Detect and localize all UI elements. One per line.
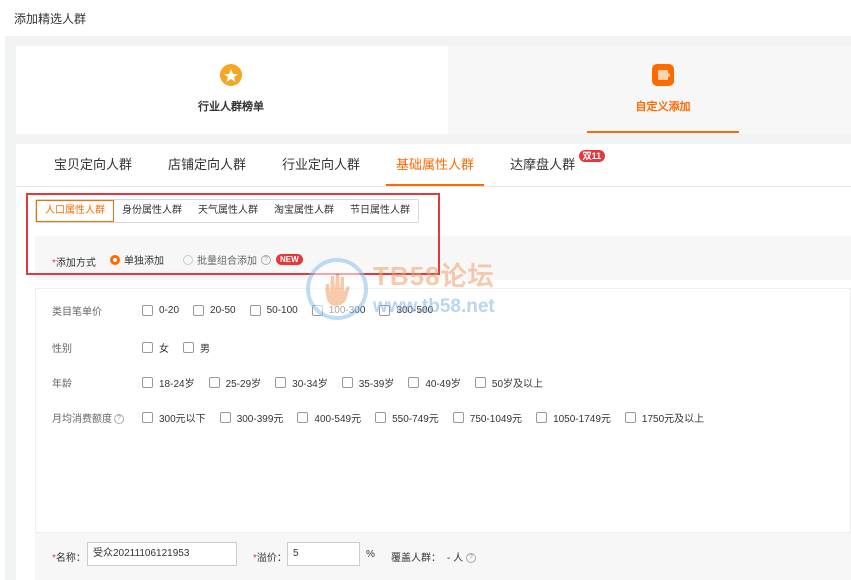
premium-label: *溢价： xyxy=(253,553,287,564)
option-checkbox[interactable]: 750-1049元 xyxy=(452,410,522,425)
option-checkbox[interactable]: 35-39岁 xyxy=(341,375,394,390)
entry-label: 自定义添加 xyxy=(635,101,691,113)
tab-basic-attributes[interactable]: 基础属性人群 xyxy=(378,144,492,186)
tab-industry-targeting[interactable]: 行业定向人群 xyxy=(264,144,378,186)
option-checkbox[interactable]: 0-20 xyxy=(142,305,179,316)
option-checkbox[interactable]: 300元以下 xyxy=(142,410,206,425)
entry-industry-ranking[interactable]: 行业人群榜单 xyxy=(131,60,331,120)
option-checkbox[interactable]: 女 xyxy=(142,340,169,355)
attr-row-gender: 性别 女 男 xyxy=(52,340,224,355)
percent-unit: % xyxy=(366,549,375,560)
tab-divider xyxy=(16,186,851,187)
option-checkbox[interactable]: 男 xyxy=(183,340,210,355)
entry-label: 行业人群榜单 xyxy=(198,101,264,113)
option-checkbox[interactable]: 550-749元 xyxy=(375,410,439,425)
double11-badge: 双11 xyxy=(578,150,606,162)
medal-icon xyxy=(220,64,242,86)
option-checkbox[interactable]: 400-549元 xyxy=(297,410,361,425)
attr-row-category-price: 类目笔单价 0-20 20-50 50-100 100-300 300-500 xyxy=(52,305,434,318)
option-checkbox[interactable]: 50岁及以上 xyxy=(474,375,543,390)
name-input[interactable]: 受众20211106121953 xyxy=(87,542,237,566)
coverage-label: 覆盖人群： - 人 ? xyxy=(391,549,476,564)
option-checkbox[interactable]: 100-300 xyxy=(311,305,365,316)
help-icon[interactable]: ? xyxy=(465,553,476,564)
entry-custom-add[interactable]: 自定义添加 xyxy=(563,60,763,120)
page-title: 添加精选人群 xyxy=(14,12,87,26)
option-checkbox[interactable]: 1750元及以上 xyxy=(624,410,704,425)
highlight-annotation-box xyxy=(26,193,440,275)
attr-row-age: 年龄 18-24岁 25-29岁 30-34岁 35-39岁 40-49岁 50… xyxy=(52,375,557,390)
option-checkbox[interactable]: 50-100 xyxy=(249,305,298,316)
crowd-tabs: 宝贝定向人群 店铺定向人群 行业定向人群 基础属性人群 达摩盘人群 双11 xyxy=(36,144,606,186)
premium-input[interactable]: 5 xyxy=(287,542,360,566)
option-checkbox[interactable]: 300-500 xyxy=(379,305,433,316)
option-checkbox[interactable]: 30-34岁 xyxy=(275,375,328,390)
option-checkbox[interactable]: 18-24岁 xyxy=(142,375,195,390)
puzzle-icon xyxy=(652,64,674,86)
entry-active-indicator xyxy=(587,131,739,133)
option-checkbox[interactable]: 20-50 xyxy=(193,305,236,316)
name-label: *名称： xyxy=(52,553,86,564)
tab-shop-targeting[interactable]: 店铺定向人群 xyxy=(150,144,264,186)
tab-item-targeting[interactable]: 宝贝定向人群 xyxy=(36,144,150,186)
option-checkbox[interactable]: 300-399元 xyxy=(219,410,283,425)
tab-damopan[interactable]: 达摩盘人群 双11 xyxy=(492,144,606,186)
option-checkbox[interactable]: 1050-1749元 xyxy=(536,410,611,425)
help-icon[interactable]: ? xyxy=(114,414,124,425)
option-checkbox[interactable]: 25-29岁 xyxy=(208,375,261,390)
attr-row-monthly-spend: 月均消费额度? 300元以下 300-399元 400-549元 550-749… xyxy=(52,410,718,425)
option-checkbox[interactable]: 40-49岁 xyxy=(408,375,461,390)
